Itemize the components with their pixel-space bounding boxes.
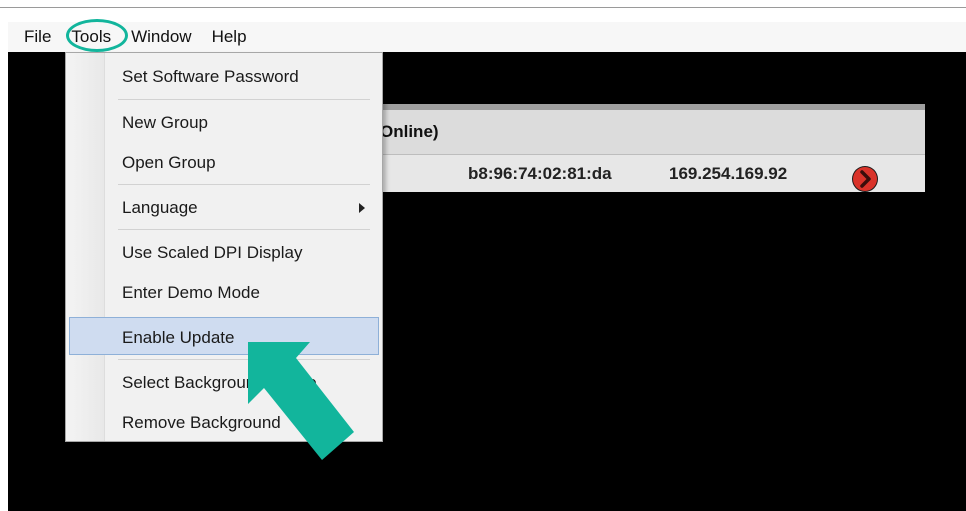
menu-item-set-software-password[interactable]: Set Software Password	[122, 67, 299, 87]
menu-item-enter-demo-mode[interactable]: Enter Demo Mode	[122, 283, 260, 303]
device-panel-header: Online)	[380, 110, 925, 155]
menu-item-open-group[interactable]: Open Group	[122, 153, 216, 173]
menu-window[interactable]: Window	[123, 27, 199, 47]
device-panel-title: Online)	[380, 122, 439, 141]
device-mac-address: b8:96:74:02:81:da	[468, 164, 612, 183]
chevron-right-icon	[853, 167, 877, 191]
device-list-panel: Online) b8:96:74:02:81:da 169.254.169.92	[380, 104, 925, 192]
window-top-border	[0, 7, 966, 8]
device-connect-button[interactable]	[852, 166, 878, 192]
menu-item-language[interactable]: Language	[122, 198, 198, 218]
menu-icon-gutter	[66, 53, 105, 441]
menu-separator	[118, 229, 370, 230]
menu-help[interactable]: Help	[204, 27, 255, 47]
submenu-arrow-icon	[359, 203, 365, 213]
menu-item-use-scaled-dpi-display[interactable]: Use Scaled DPI Display	[122, 243, 302, 263]
menu-separator	[118, 184, 370, 185]
device-ip-address: 169.254.169.92	[669, 164, 788, 183]
tools-highlight-ring	[66, 19, 128, 52]
annotation-arrow-icon	[248, 342, 354, 460]
menu-item-enable-update[interactable]: Enable Update	[122, 328, 234, 348]
device-row[interactable]: b8:96:74:02:81:da 169.254.169.92	[380, 154, 925, 192]
menu-file[interactable]: File	[8, 27, 59, 47]
menu-item-new-group[interactable]: New Group	[122, 113, 208, 133]
menu-separator	[118, 99, 370, 100]
menu-bar: File Tools Window Help	[8, 22, 966, 52]
